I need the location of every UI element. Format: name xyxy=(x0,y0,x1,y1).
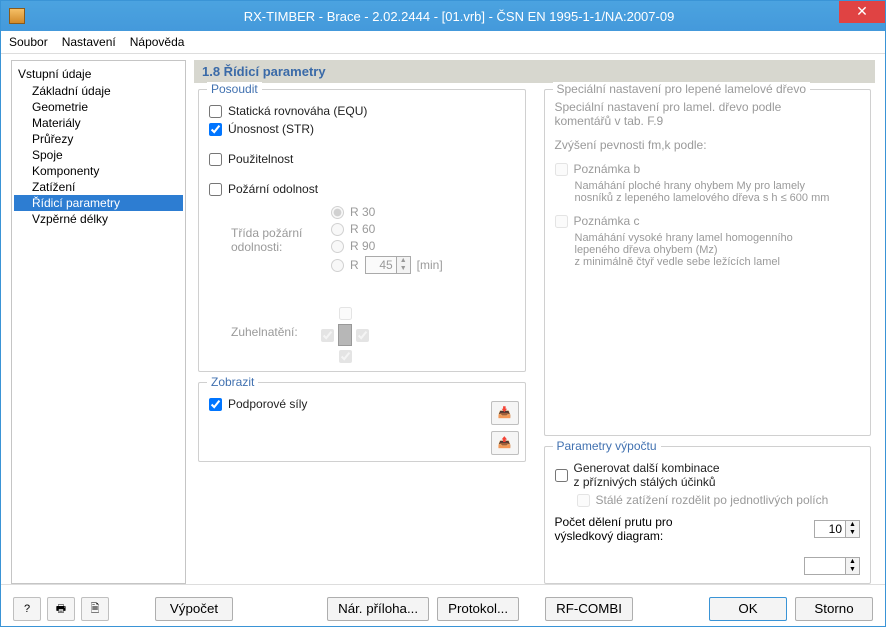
app-icon xyxy=(9,8,25,24)
help-icon[interactable]: ? xyxy=(13,597,41,621)
radio-r30[interactable]: R 30 xyxy=(331,205,443,219)
cross-section-icon xyxy=(338,324,352,346)
window-title: RX-TIMBER - Brace - 2.02.2444 - [01.vrb]… xyxy=(33,9,885,24)
tree-item-0[interactable]: Základní údaje xyxy=(14,83,183,99)
title-bar: RX-TIMBER - Brace - 2.02.2444 - [01.vrb]… xyxy=(1,1,885,31)
page-title: 1.8 Řídicí parametry xyxy=(194,60,875,83)
btn-export-icon[interactable]: 📤 xyxy=(491,431,519,455)
tree-item-2[interactable]: Materiály xyxy=(14,115,183,131)
spin-down-icon[interactable]: ▼ xyxy=(396,265,410,273)
chk-note-b[interactable]: Poznámka b xyxy=(555,162,861,176)
spin-down-icon[interactable]: ▼ xyxy=(845,566,859,574)
label-fire-class: Třída požární odolnosti: xyxy=(231,226,321,254)
charring-grid xyxy=(321,307,369,363)
menu-file[interactable]: Soubor xyxy=(9,35,48,49)
tool-icon-1[interactable]: 🖶 xyxy=(47,597,75,621)
tree-item-4[interactable]: Spoje xyxy=(14,147,183,163)
radio-r60[interactable]: R 60 xyxy=(331,222,443,236)
menu-settings[interactable]: Nastavení xyxy=(62,35,116,49)
chk-note-c[interactable]: Poznámka c xyxy=(555,214,861,228)
char-left[interactable] xyxy=(321,329,334,342)
spin-down-icon[interactable]: ▼ xyxy=(845,529,859,537)
btn-import-icon[interactable]: 📥 xyxy=(491,401,519,425)
chk-gen-combinations[interactable]: Generovat další kombinacez příznivých st… xyxy=(555,461,861,489)
chk-fire[interactable]: Požární odolnost xyxy=(209,182,515,196)
btn-ok[interactable]: OK xyxy=(709,597,787,621)
footer: ? 🖶 🗎 Výpočet Nár. příloha... Protokol..… xyxy=(1,584,885,632)
menu-bar: Soubor Nastavení Nápověda xyxy=(1,31,885,54)
tree-item-7[interactable]: Řídicí parametry xyxy=(14,195,183,211)
chk-str[interactable]: Únosnost (STR) xyxy=(209,122,515,136)
chk-support-forces[interactable]: Podporové síly xyxy=(209,397,515,411)
btn-rf-combi[interactable]: RF-COMBI xyxy=(545,597,633,621)
tree-item-1[interactable]: Geometrie xyxy=(14,99,183,115)
char-right[interactable] xyxy=(356,329,369,342)
spin-up-icon[interactable]: ▲ xyxy=(845,521,859,529)
btn-national-annex[interactable]: Nár. příloha... xyxy=(327,597,429,621)
chk-equ[interactable]: Statická rovnováha (EQU) xyxy=(209,104,515,118)
chk-serviceability[interactable]: Použitelnost xyxy=(209,152,515,166)
group-glulam: Speciální nastavení pro lepené lamelové … xyxy=(544,89,872,436)
radio-rcustom[interactable]: R ▲▼ [min] xyxy=(331,256,443,274)
btn-protocol[interactable]: Protokol... xyxy=(437,597,519,621)
chk-split-load[interactable]: Stálé zatížení rozdělit po jednotlivých … xyxy=(577,493,861,507)
spin-up-icon[interactable]: ▲ xyxy=(845,558,859,566)
label-charring: Zuhelnatění: xyxy=(231,325,311,339)
tree-item-6[interactable]: Zatížení xyxy=(14,179,183,195)
nav-tree[interactable]: Vstupní údaje Základní údajeGeometrieMat… xyxy=(11,60,186,584)
radio-r90[interactable]: R 90 xyxy=(331,239,443,253)
tool-icon-2[interactable]: 🗎 xyxy=(81,597,109,621)
tree-item-3[interactable]: Průřezy xyxy=(14,131,183,147)
legend-glulam: Speciální nastavení pro lepené lamelové … xyxy=(553,82,811,96)
legend-assess: Posoudit xyxy=(207,82,262,96)
legend-display: Zobrazit xyxy=(207,375,258,389)
spinner-extra[interactable]: ▲▼ xyxy=(804,557,860,575)
menu-help[interactable]: Nápověda xyxy=(130,35,185,49)
btn-calculate[interactable]: Výpočet xyxy=(155,597,233,621)
btn-cancel[interactable]: Storno xyxy=(795,597,873,621)
legend-calc-params: Parametry výpočtu xyxy=(553,439,661,453)
spinner-r-minutes[interactable]: ▲▼ xyxy=(365,256,411,274)
tree-item-5[interactable]: Komponenty xyxy=(14,163,183,179)
group-calc-params: Parametry výpočtu Generovat další kombin… xyxy=(544,446,872,584)
group-assess: Posoudit Statická rovnováha (EQU) Únosno… xyxy=(198,89,526,372)
group-display: Zobrazit Podporové síly 📥 📤 xyxy=(198,382,526,462)
spinner-divisions[interactable]: ▲▼ xyxy=(814,520,860,538)
label-divisions: Počet dělení prutu provýsledkový diagram… xyxy=(555,515,807,543)
char-top[interactable] xyxy=(339,307,352,320)
char-bottom[interactable] xyxy=(339,350,352,363)
close-button[interactable]: ✕ xyxy=(839,1,885,23)
tree-root[interactable]: Vstupní údaje xyxy=(14,65,183,83)
tree-item-8[interactable]: Vzpěrné délky xyxy=(14,211,183,227)
spin-up-icon[interactable]: ▲ xyxy=(396,257,410,265)
